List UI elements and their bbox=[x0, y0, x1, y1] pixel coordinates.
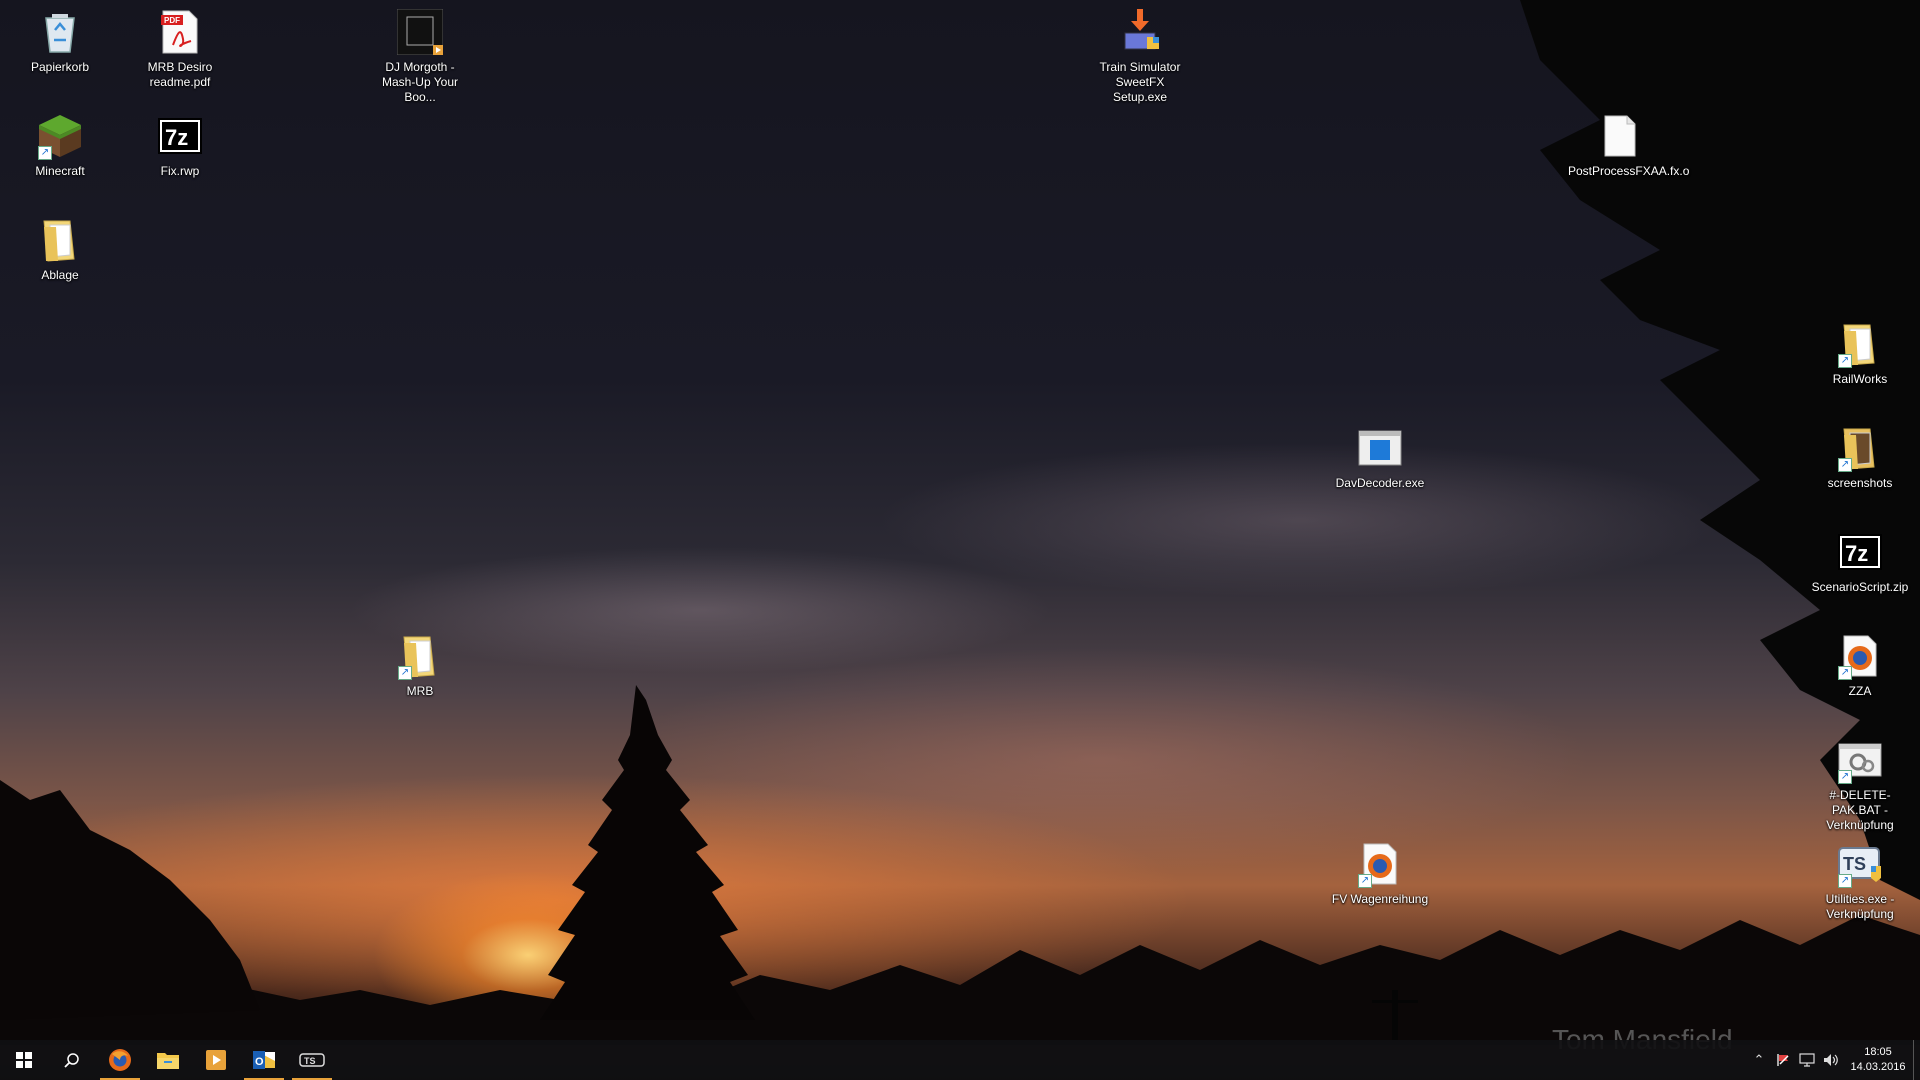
icon-label: Ablage bbox=[41, 268, 79, 282]
tray-flag-button[interactable] bbox=[1771, 1040, 1795, 1080]
svg-text:7z: 7z bbox=[165, 125, 188, 150]
desktop-icon-minecraft[interactable]: ↗ Minecraft bbox=[8, 112, 112, 179]
start-icon bbox=[16, 1052, 32, 1068]
show-hidden-icons-button[interactable]: ⌃ bbox=[1747, 1040, 1771, 1080]
tray-volume-button[interactable] bbox=[1819, 1040, 1843, 1080]
icon-label: Utilities.exe - Verknüpfung bbox=[1825, 892, 1895, 921]
icon-label: PostProcessFXAA.fx.o bbox=[1568, 164, 1690, 178]
taskbar-ts-app-button[interactable]: TS bbox=[288, 1040, 336, 1080]
batch-file-icon: ↗ bbox=[1836, 736, 1884, 784]
file-explorer-icon bbox=[157, 1053, 179, 1069]
icon-label: Fix.rwp bbox=[160, 164, 200, 178]
installer-icon bbox=[1116, 8, 1164, 56]
desktop-icon-mrb-desiro-readme[interactable]: PDF MRB Desiro readme.pdf bbox=[128, 8, 232, 90]
desktop-icon-papierkorb[interactable]: Papierkorb bbox=[8, 8, 112, 75]
icon-label: Train Simulator SweetFX Setup.exe bbox=[1099, 60, 1181, 104]
shortcut-arrow-icon: ↗ bbox=[1838, 666, 1852, 680]
icon-label: DJ Morgoth - Mash-Up Your Boo... bbox=[381, 60, 459, 104]
icon-label: MRB bbox=[406, 684, 434, 698]
7zip-icon: 7z bbox=[1836, 528, 1884, 576]
ts-app-icon: TS bbox=[299, 1053, 325, 1067]
shortcut-arrow-icon: ↗ bbox=[1838, 354, 1852, 368]
firefox-icon: ↗ bbox=[1836, 632, 1884, 680]
shortcut-arrow-icon: ↗ bbox=[1838, 770, 1852, 784]
icon-label: MRB Desiro readme.pdf bbox=[147, 60, 213, 89]
application-window-icon bbox=[1356, 424, 1404, 472]
search-button[interactable] bbox=[48, 1040, 96, 1080]
pdf-icon: PDF bbox=[156, 8, 204, 56]
desktop-icon-fv-wagenreihung[interactable]: ↗ FV Wagenreihung bbox=[1328, 840, 1432, 907]
clock-time: 18:05 bbox=[1864, 1046, 1892, 1058]
taskbar-file-explorer-button[interactable] bbox=[144, 1040, 192, 1080]
desktop-icon-screenshots[interactable]: ↗ screenshots bbox=[1808, 424, 1912, 491]
network-icon bbox=[1799, 1053, 1815, 1067]
desktop-icon-railworks[interactable]: ↗ RailWorks bbox=[1808, 320, 1912, 387]
recycle-bin-icon bbox=[36, 8, 84, 56]
blank-file-icon bbox=[1596, 112, 1644, 160]
desktop-icon-mrb[interactable]: ↗ MRB bbox=[368, 632, 472, 699]
shortcut-arrow-icon: ↗ bbox=[398, 666, 412, 680]
icon-label: Minecraft bbox=[35, 164, 85, 178]
folder-icon bbox=[36, 216, 84, 264]
taskbar: O TS ⌃ 18:05 14.03.2016 bbox=[0, 1040, 1920, 1080]
icon-label: #-DELETE-PAK.BAT - Verknüpfung bbox=[1826, 788, 1894, 832]
icon-label: ZZA bbox=[1848, 684, 1872, 698]
icon-label: FV Wagenreihung bbox=[1331, 892, 1429, 906]
taskbar-outlook-button[interactable]: O bbox=[240, 1040, 288, 1080]
icon-label: Papierkorb bbox=[30, 60, 90, 74]
media-player-icon bbox=[206, 1050, 226, 1070]
svg-text:TS: TS bbox=[304, 1056, 316, 1066]
desktop-icon-train-simulator-sweetfx-setup[interactable]: Train Simulator SweetFX Setup.exe bbox=[1088, 8, 1192, 105]
system-tray: ⌃ 18:05 14.03.2016 bbox=[1747, 1040, 1920, 1080]
firefox-icon bbox=[109, 1049, 131, 1071]
chevron-up-icon: ⌃ bbox=[1753, 1052, 1765, 1067]
start-button[interactable] bbox=[0, 1040, 48, 1080]
desktop-icon-utilities[interactable]: TS ↗ Utilities.exe - Verknüpfung bbox=[1808, 840, 1912, 922]
desktop-icon-davdecoder[interactable]: DavDecoder.exe bbox=[1328, 424, 1432, 491]
desktop-icon-delete-pak-bat[interactable]: ↗ #-DELETE-PAK.BAT - Verknüpfung bbox=[1808, 736, 1912, 833]
icon-label: screenshots bbox=[1827, 476, 1893, 490]
notification-flag-icon bbox=[1777, 1054, 1789, 1066]
show-desktop-button[interactable] bbox=[1913, 1040, 1920, 1080]
shortcut-arrow-icon: ↗ bbox=[38, 146, 52, 160]
search-icon bbox=[64, 1053, 79, 1068]
folder-icon: ↗ bbox=[1836, 320, 1884, 368]
svg-text:TS: TS bbox=[1843, 854, 1866, 874]
tray-network-button[interactable] bbox=[1795, 1040, 1819, 1080]
minecraft-icon: ↗ bbox=[36, 112, 84, 160]
volume-icon bbox=[1824, 1054, 1838, 1066]
firefox-document-icon: ↗ bbox=[1356, 840, 1404, 888]
folder-icon: ↗ bbox=[1836, 424, 1884, 472]
shortcut-arrow-icon: ↗ bbox=[1358, 874, 1372, 888]
shortcut-arrow-icon: ↗ bbox=[1838, 874, 1852, 888]
desktop-icon-zza[interactable]: ↗ ZZA bbox=[1808, 632, 1912, 699]
7zip-icon: 7z bbox=[156, 112, 204, 160]
outlook-icon: O bbox=[253, 1051, 275, 1069]
desktop-icon-dj-morgoth[interactable]: DJ Morgoth - Mash-Up Your Boo... bbox=[368, 8, 472, 105]
album-art-icon bbox=[396, 8, 444, 56]
desktop-icon-scenarioscript[interactable]: 7z ScenarioScript.zip bbox=[1808, 528, 1912, 595]
svg-text:7z: 7z bbox=[1845, 541, 1868, 566]
icon-label: DavDecoder.exe bbox=[1335, 476, 1425, 490]
svg-text:O: O bbox=[255, 1056, 264, 1068]
taskbar-media-player-button[interactable] bbox=[192, 1040, 240, 1080]
folder-icon: ↗ bbox=[396, 632, 444, 680]
shortcut-arrow-icon: ↗ bbox=[1838, 458, 1852, 472]
clock-date: 14.03.2016 bbox=[1850, 1061, 1906, 1073]
taskbar-firefox-button[interactable] bbox=[96, 1040, 144, 1080]
desktop-icon-fix-rwp[interactable]: 7z Fix.rwp bbox=[128, 112, 232, 179]
ts-utilities-icon: TS ↗ bbox=[1836, 840, 1884, 888]
taskbar-clock[interactable]: 18:05 14.03.2016 bbox=[1843, 1045, 1913, 1075]
desktop-icon-ablage[interactable]: Ablage bbox=[8, 216, 112, 283]
desktop-icon-postprocessfxaa[interactable]: PostProcessFXAA.fx.o bbox=[1568, 112, 1690, 179]
icon-label: ScenarioScript.zip bbox=[1811, 580, 1909, 594]
icon-label: RailWorks bbox=[1832, 372, 1888, 386]
svg-text:PDF: PDF bbox=[164, 16, 180, 25]
